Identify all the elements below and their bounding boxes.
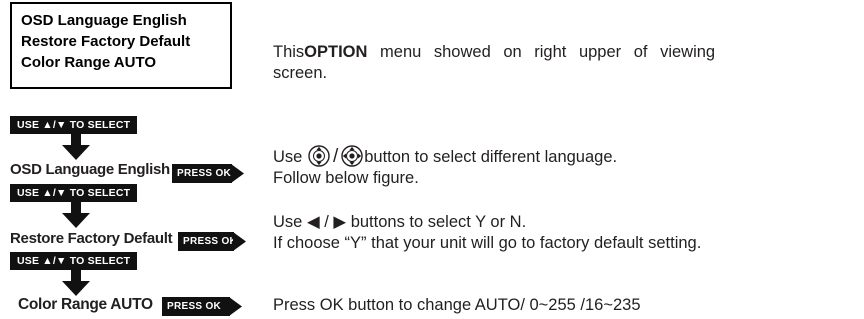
osd-line-restore: Restore Factory Default (21, 33, 191, 50)
instruction-restore-pre: Use (273, 213, 307, 231)
option-description: This OPTION menu showed on right upper o… (273, 42, 848, 84)
up-down-button-icon (308, 145, 330, 167)
instruction-language-line-1: Use / button to select different languag… (273, 145, 853, 168)
description-rest: OPTION menu showed on right upper of vie… (304, 42, 848, 63)
press-ok-arrow-2 (233, 232, 246, 251)
down-arrow-2 (62, 202, 90, 228)
step-label-color-range: Color Range AUTO (18, 296, 153, 313)
description-part1: This (273, 43, 305, 61)
instruction-language-separator: / (332, 146, 339, 167)
description-line-2: screen. (273, 64, 328, 82)
description-bold-option: OPTION (304, 43, 368, 61)
select-tag-3: USE ▲/▼ TO SELECT (10, 252, 138, 270)
instruction-language-post: button to select different language. (364, 148, 618, 166)
select-tag-2: USE ▲/▼ TO SELECT (10, 184, 138, 202)
down-arrow-3 (62, 270, 90, 296)
osd-line-color-range: Color Range AUTO (21, 54, 157, 71)
left-arrow-icon: ◀ (306, 213, 320, 231)
press-ok-arrow-1 (231, 164, 244, 183)
instruction-restore-line-1: Use ◀ / ▶ buttons to select Y or N. (273, 212, 863, 233)
instruction-language-pre: Use (273, 148, 307, 166)
instruction-color-range: Press OK button to change AUTO/ 0~255 /1… (273, 296, 641, 314)
instruction-restore: Use ◀ / ▶ buttons to select Y or N. If c… (273, 212, 863, 254)
osd-line-language: OSD Language English (21, 12, 187, 29)
description-part2: menu showed on right upper of viewing (367, 43, 716, 61)
instruction-language-line-2: Follow below figure. (273, 169, 419, 187)
step-label-restore-factory: Restore Factory Default (10, 230, 173, 247)
instruction-language: Use / button to select different languag… (273, 145, 853, 189)
press-ok-arrow-3 (229, 297, 242, 316)
description-line-1: This OPTION menu showed on right upper o… (273, 42, 848, 63)
right-arrow-icon: ▶ (333, 213, 347, 231)
down-arrow-1 (62, 134, 90, 160)
press-ok-3: PRESS OK (162, 297, 244, 316)
press-ok-label-3: PRESS OK (162, 297, 230, 316)
instruction-restore-separator: / (319, 213, 334, 231)
step-label-osd-language: OSD Language English (10, 161, 170, 178)
press-ok-2: PRESS OK (178, 232, 246, 251)
press-ok-1: PRESS OK (172, 164, 244, 183)
left-right-button-icon (341, 145, 363, 167)
press-ok-label-2: PRESS OK (178, 232, 237, 251)
select-tag-1: USE ▲/▼ TO SELECT (10, 116, 138, 134)
osd-option-menu-box: OSD Language English Restore Factory Def… (10, 2, 232, 89)
instruction-restore-post: buttons to select Y or N. (346, 213, 527, 231)
press-ok-label-1: PRESS OK (172, 164, 232, 183)
instruction-restore-line-2: If choose “Y” that your unit will go to … (273, 234, 702, 252)
